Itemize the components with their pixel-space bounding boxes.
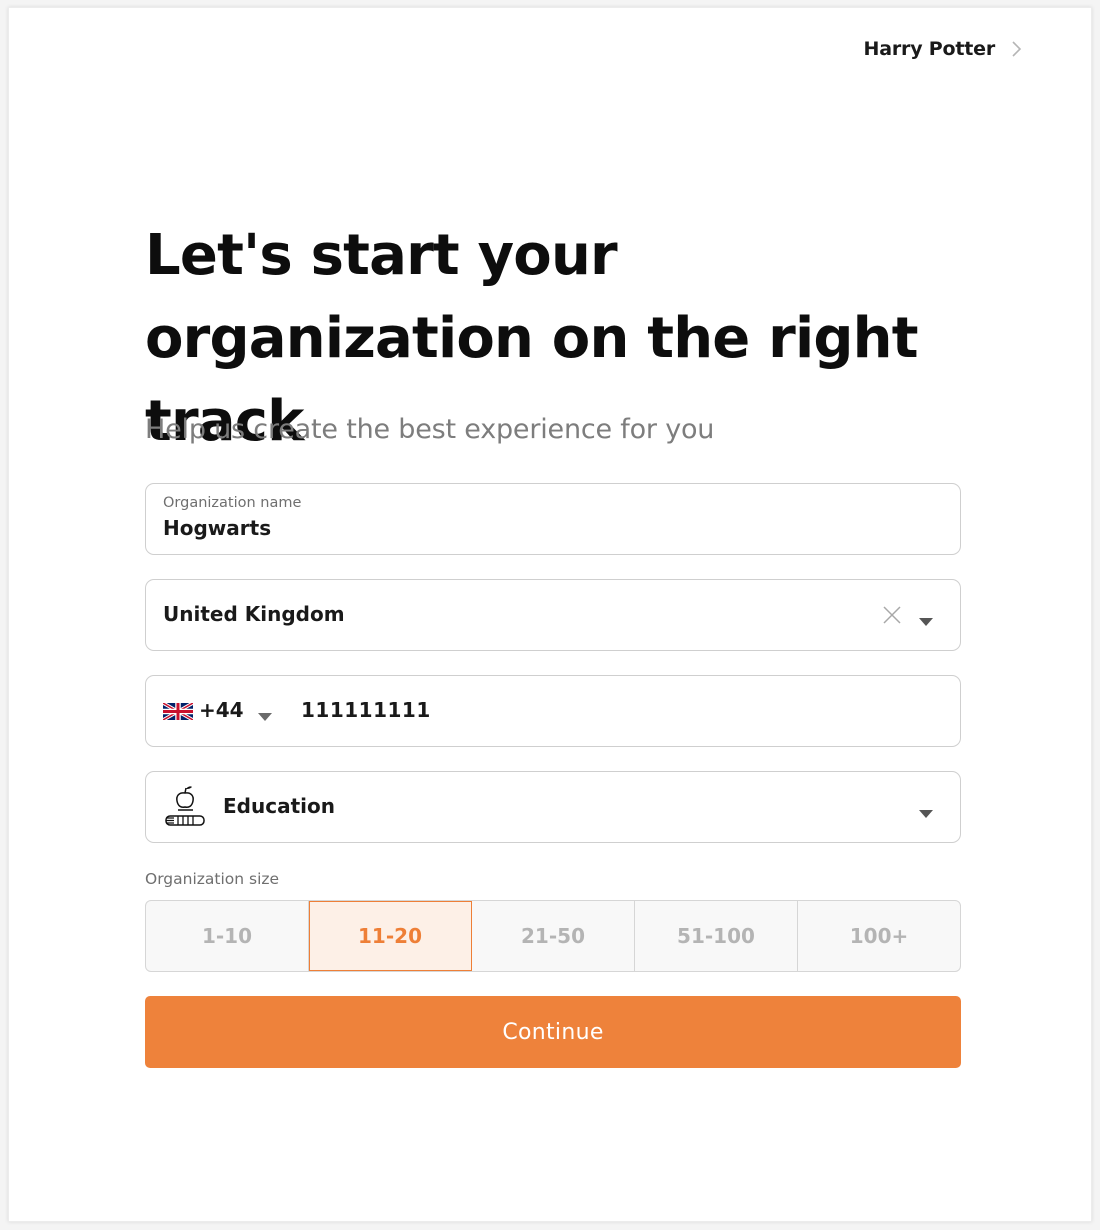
onboarding-card: Harry Potter Let's start your organizati… (8, 7, 1092, 1222)
caret-down-icon[interactable] (258, 707, 272, 721)
chevron-right-icon (1005, 38, 1027, 60)
industry-value: Education (223, 794, 335, 818)
organization-name-label: Organization name (163, 495, 302, 511)
user-name: Harry Potter (863, 38, 996, 60)
phone-number-input[interactable]: 111111111 (301, 698, 431, 722)
size-option-21-50[interactable]: 21-50 (472, 901, 635, 971)
phone-field[interactable]: +44 111111111 (145, 675, 961, 747)
size-option-11-20[interactable]: 11-20 (309, 901, 472, 971)
page-subtitle: Help us create the best experience for y… (145, 414, 715, 445)
uk-flag-icon (162, 701, 194, 722)
size-option-1-10[interactable]: 1-10 (146, 901, 309, 971)
organization-name-field[interactable]: Organization name Hogwarts (145, 483, 961, 555)
close-icon[interactable] (882, 605, 902, 625)
country-value: United Kingdom (163, 602, 345, 626)
size-option-100-plus[interactable]: 100+ (798, 901, 960, 971)
size-option-51-100[interactable]: 51-100 (635, 901, 798, 971)
organization-name-input[interactable]: Hogwarts (163, 516, 271, 540)
organization-size-label: Organization size (145, 870, 280, 888)
dial-code[interactable]: +44 (199, 698, 244, 722)
continue-button[interactable]: Continue (145, 996, 961, 1068)
caret-down-icon[interactable] (919, 612, 933, 626)
caret-down-icon[interactable] (919, 804, 933, 818)
country-select[interactable]: United Kingdom (145, 579, 961, 651)
industry-select[interactable]: Education (145, 771, 961, 843)
user-menu-link[interactable]: Harry Potter (864, 38, 1027, 60)
education-icon (163, 785, 207, 829)
organization-size-selector: 1-10 11-20 21-50 51-100 100+ (145, 900, 961, 972)
